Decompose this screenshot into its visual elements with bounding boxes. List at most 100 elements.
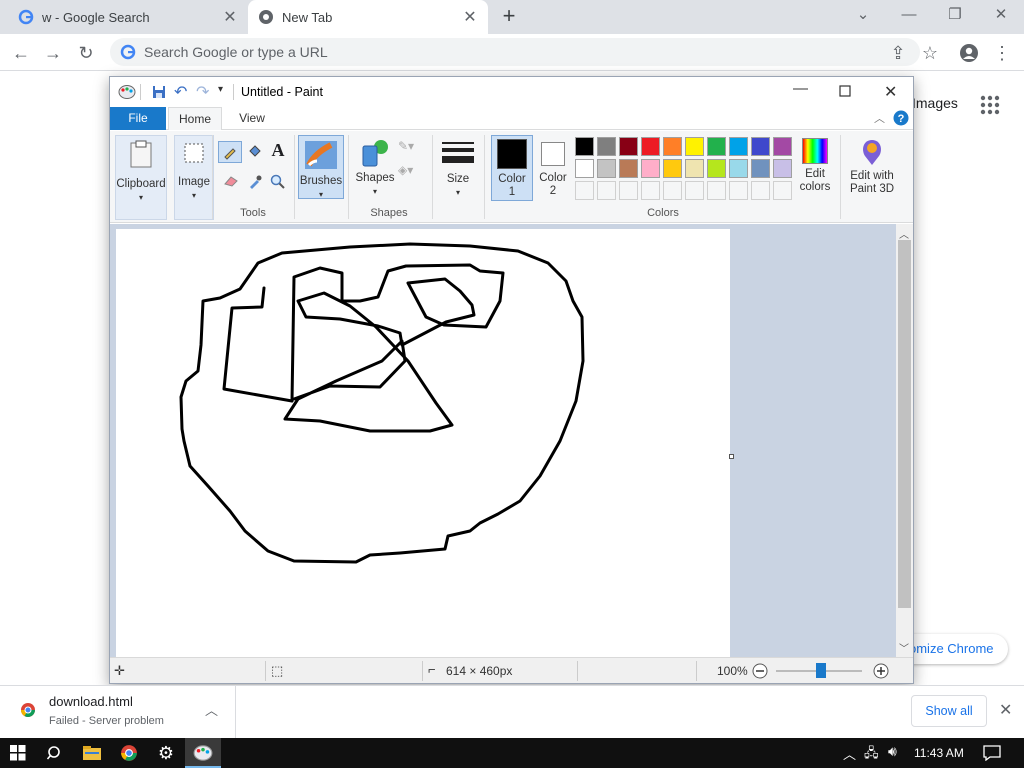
- tab-google-search[interactable]: w - Google Search ✕: [8, 0, 248, 34]
- settings-gear-icon[interactable]: ⚙: [148, 738, 184, 768]
- tab-search-icon[interactable]: ⌄: [840, 0, 886, 30]
- clock-time[interactable]: 11:43 AM: [914, 746, 964, 760]
- fill-tool-icon[interactable]: [244, 141, 266, 163]
- eraser-tool-icon[interactable]: [220, 171, 242, 193]
- show-all-button[interactable]: Show all: [911, 695, 987, 727]
- custom-color-slot[interactable]: [619, 181, 638, 200]
- pencil-tool-icon[interactable]: [218, 141, 242, 163]
- new-tab-icon[interactable]: +: [496, 4, 522, 30]
- scroll-down-icon[interactable]: ﹀: [899, 640, 909, 655]
- forward-icon[interactable]: →: [40, 40, 66, 66]
- custom-color-slot[interactable]: [685, 181, 704, 200]
- outline-icon[interactable]: ✎▾: [398, 139, 422, 157]
- shapes-button[interactable]: Shapes ▾: [354, 135, 396, 199]
- tab-close-icon[interactable]: ✕: [462, 7, 478, 27]
- windows-start-icon[interactable]: [0, 738, 36, 768]
- tab-view[interactable]: View: [228, 107, 276, 130]
- scroll-up-icon[interactable]: ︿: [899, 226, 909, 241]
- notifications-icon[interactable]: [983, 745, 1001, 761]
- fill-shape-icon[interactable]: ◈▾: [398, 163, 422, 181]
- collapse-ribbon-icon[interactable]: ︿: [874, 110, 885, 126]
- palette-swatch[interactable]: [619, 159, 638, 178]
- close-download-bar-icon[interactable]: ✕: [999, 700, 1012, 720]
- close-window-icon[interactable]: ✕: [978, 0, 1024, 30]
- menu-kebab-icon[interactable]: ⋮: [989, 40, 1015, 66]
- custom-color-slot[interactable]: [751, 181, 770, 200]
- custom-color-slot[interactable]: [729, 181, 748, 200]
- zoom-out-icon[interactable]: [752, 663, 768, 679]
- edit-with-paint3d-button[interactable]: Edit with Paint 3D: [843, 135, 901, 201]
- palette-swatch[interactable]: [663, 159, 682, 178]
- palette-swatch[interactable]: [751, 159, 770, 178]
- chrome-taskbar-icon[interactable]: [111, 738, 147, 768]
- show-hidden-icons-chevron-icon[interactable]: ︿: [843, 744, 856, 763]
- palette-swatch[interactable]: [641, 159, 660, 178]
- tab-close-icon[interactable]: ✕: [222, 7, 238, 27]
- file-explorer-icon[interactable]: [74, 738, 110, 768]
- color2-button[interactable]: Color 2: [535, 135, 571, 201]
- color-picker-icon[interactable]: [244, 171, 266, 193]
- size-button[interactable]: Size ▾: [438, 135, 478, 199]
- redo-icon[interactable]: ↷: [196, 82, 209, 102]
- palette-swatch[interactable]: [707, 137, 726, 156]
- paint-close-icon[interactable]: ✕: [884, 82, 897, 102]
- custom-color-slot[interactable]: [641, 181, 660, 200]
- custom-color-slot[interactable]: [575, 181, 594, 200]
- palette-swatch[interactable]: [575, 159, 594, 178]
- palette-swatch[interactable]: [597, 159, 616, 178]
- palette-swatch[interactable]: [773, 137, 792, 156]
- magnifier-icon[interactable]: [267, 171, 289, 193]
- reload-icon[interactable]: ↻: [73, 40, 99, 66]
- back-icon[interactable]: ←: [8, 40, 34, 66]
- paint-minimize-icon[interactable]: —: [793, 80, 808, 97]
- palette-swatch[interactable]: [641, 137, 660, 156]
- palette-swatch[interactable]: [575, 137, 594, 156]
- paint-taskbar-icon[interactable]: [185, 738, 221, 768]
- image-button[interactable]: Image ▾: [174, 135, 214, 220]
- palette-swatch[interactable]: [685, 159, 704, 178]
- restore-icon[interactable]: ❐: [932, 0, 978, 30]
- custom-color-slot[interactable]: [773, 181, 792, 200]
- file-menu-button[interactable]: File: [110, 107, 166, 130]
- tab-new-tab[interactable]: New Tab ✕: [248, 0, 488, 34]
- clipboard-button[interactable]: Clipboard ▾: [115, 135, 167, 220]
- palette-swatch[interactable]: [685, 137, 704, 156]
- images-link[interactable]: Images: [912, 95, 958, 111]
- minimize-icon[interactable]: —: [886, 0, 932, 30]
- search-icon[interactable]: [37, 738, 73, 768]
- help-icon[interactable]: ?: [893, 110, 909, 126]
- color1-button[interactable]: Color 1: [491, 135, 533, 201]
- drawing-canvas[interactable]: [116, 229, 730, 657]
- network-icon[interactable]: 🖧: [864, 744, 879, 766]
- custom-color-slot[interactable]: [597, 181, 616, 200]
- palette-swatch[interactable]: [751, 137, 770, 156]
- palette-swatch[interactable]: [619, 137, 638, 156]
- profile-avatar[interactable]: [956, 40, 982, 66]
- palette-swatch[interactable]: [729, 137, 748, 156]
- download-item[interactable]: download.html Failed - Server problem ︿: [0, 686, 236, 738]
- customize-qat-icon[interactable]: ▾: [218, 84, 223, 95]
- bookmark-star-icon[interactable]: ☆: [917, 40, 943, 66]
- palette-swatch[interactable]: [707, 159, 726, 178]
- text-tool-icon[interactable]: A: [267, 140, 289, 162]
- edit-colors-button[interactable]: Edit colors: [795, 135, 835, 201]
- tab-home[interactable]: Home: [168, 107, 222, 130]
- download-options-chevron-icon[interactable]: ︿: [205, 700, 218, 719]
- canvas-resize-handle[interactable]: [729, 454, 734, 459]
- vertical-scrollbar[interactable]: ︿ ﹀: [896, 224, 913, 657]
- palette-swatch[interactable]: [729, 159, 748, 178]
- scrollbar-thumb[interactable]: [898, 240, 911, 608]
- share-icon[interactable]: ⇪: [885, 40, 911, 66]
- omnibox[interactable]: Search Google or type a URL: [110, 38, 920, 66]
- zoom-in-icon[interactable]: [873, 663, 889, 679]
- palette-swatch[interactable]: [773, 159, 792, 178]
- brushes-button[interactable]: Brushes ▾: [298, 135, 344, 199]
- palette-swatch[interactable]: [663, 137, 682, 156]
- save-icon[interactable]: [152, 85, 166, 99]
- zoom-slider-thumb[interactable]: [816, 663, 826, 678]
- custom-color-slot[interactable]: [707, 181, 726, 200]
- undo-icon[interactable]: ↶: [174, 82, 187, 102]
- custom-color-slot[interactable]: [663, 181, 682, 200]
- paint-maximize-icon[interactable]: [839, 85, 851, 97]
- apps-grid-icon[interactable]: [978, 93, 1002, 117]
